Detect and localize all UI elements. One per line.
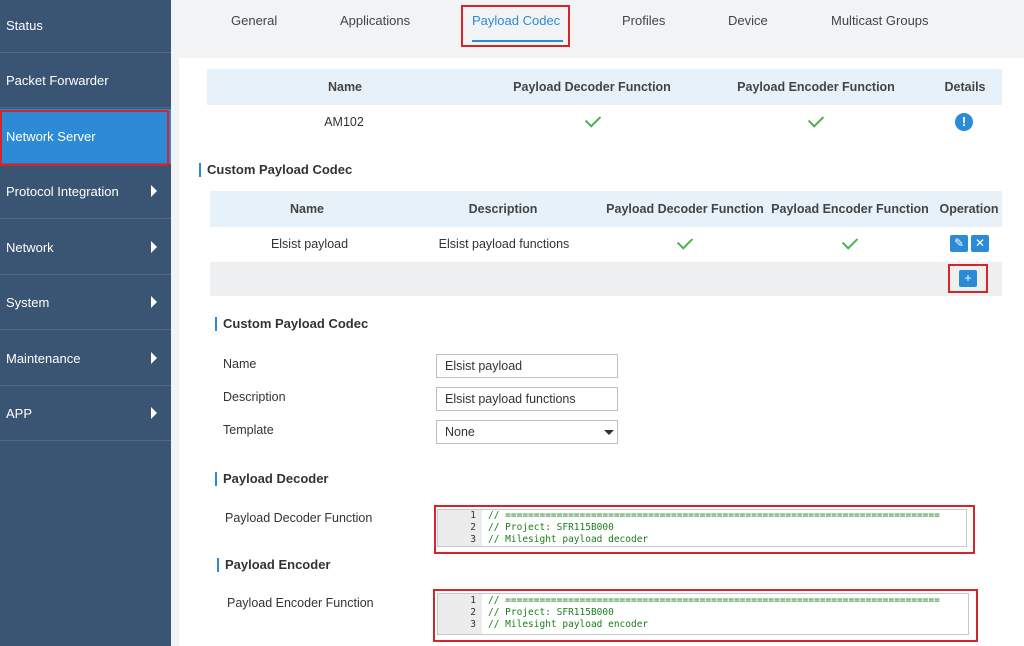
chevron-down-icon [604,430,614,435]
column-header-name: Name [327,80,363,94]
sidebar-item-app[interactable]: APP [0,386,171,441]
column-header-details: Details [944,80,986,94]
payload-codec-tab-highlight [461,5,570,47]
sidebar-item-label: Maintenance [6,351,81,366]
codec-name-cell: AM102 [324,115,364,129]
tab-general[interactable]: General [231,0,277,44]
chevron-right-icon [151,185,157,197]
column-header-operation: Operation [939,202,999,216]
column-header-encoder: Payload Encoder Function [771,202,929,216]
sidebar-item-status[interactable]: Status [0,0,171,53]
tab-multicast-groups[interactable]: Multicast Groups [831,0,929,44]
sidebar-item-label: Protocol Integration [6,184,119,199]
description-label: Description [223,390,286,404]
section-title-custom-codec: Custom Payload Codec [199,163,352,177]
add-button-highlight [948,264,988,293]
column-header-decoder: Payload Decoder Function [606,202,764,216]
sidebar-item-label: System [6,295,50,310]
network-server-highlight [0,110,169,166]
column-header-description: Description [468,202,538,216]
decoder-label: Payload Decoder Function [225,511,373,525]
tab-applications[interactable]: Applications [340,0,410,44]
section-title-form: Custom Payload Codec [215,317,368,331]
add-row [210,262,1002,296]
section-title-decoder: Payload Decoder [215,472,329,486]
encoder-label: Payload Encoder Function [227,596,374,610]
column-header-encoder: Payload Encoder Function [737,80,895,94]
column-header-name: Name [289,202,325,216]
chevron-right-icon [151,241,157,253]
chevron-right-icon [151,296,157,308]
tab-profiles[interactable]: Profiles [622,0,665,44]
sidebar-item-label: APP [6,406,33,421]
sidebar-item-maintenance[interactable]: Maintenance [0,331,171,386]
sidebar-item-protocol-integration[interactable]: Protocol Integration [0,164,171,219]
custom-codec-description-cell: Elsist payload functions [438,237,570,251]
sidebar-item-network[interactable]: Network [0,220,171,275]
chevron-right-icon [151,407,157,419]
chevron-right-icon [151,352,157,364]
tab-device[interactable]: Device [728,0,768,44]
sidebar-item-packet-forwarder[interactable]: Packet Forwarder [0,53,171,108]
template-label: Template [223,423,274,437]
sidebar-item-label: Network [6,240,54,255]
description-field[interactable]: Elsist payload functions [436,387,618,411]
sidebar-item-system[interactable]: System [0,275,171,330]
sidebar-item-label: Status [6,18,43,33]
sidebar-item-label: Packet Forwarder [6,73,109,88]
pencil-icon[interactable]: ✎ [950,235,968,252]
name-field[interactable]: Elsist payload [436,354,618,378]
name-label: Name [223,357,257,371]
close-icon[interactable]: ✕ [971,235,989,252]
custom-codec-name-cell: Elsist payload [270,237,349,251]
encoder-highlight [433,589,978,642]
column-header-decoder: Payload Decoder Function [513,80,671,94]
decoder-highlight [434,505,975,554]
section-title-encoder: Payload Encoder [217,558,330,572]
template-select[interactable]: None [436,420,618,444]
sidebar: Status Packet Forwarder Network Server P… [0,0,171,646]
info-icon[interactable]: ! [955,113,973,131]
